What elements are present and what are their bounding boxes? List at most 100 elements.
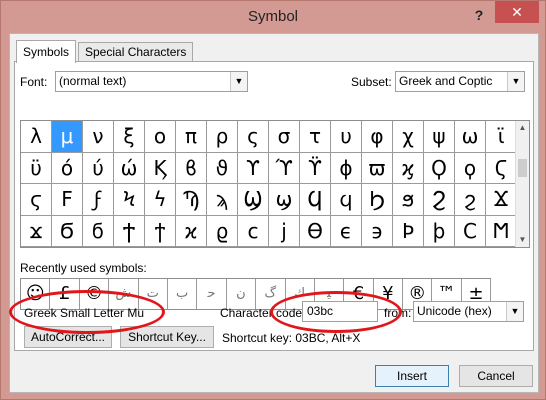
symbol-cell[interactable]: Ϭ	[52, 215, 83, 247]
symbol-cell[interactable]: ϱ	[207, 215, 238, 247]
symbol-cell[interactable]: Ϸ	[393, 215, 424, 247]
symbol-cell[interactable]: Ϝ	[52, 184, 83, 216]
symbol-cell[interactable]: ϔ	[300, 152, 331, 184]
from-dropdown[interactable]: Unicode (hex) ▼	[413, 301, 524, 322]
symbol-cell[interactable]: ϰ	[176, 215, 207, 247]
symbol-cell[interactable]: ς	[238, 121, 269, 153]
tab-special-characters[interactable]: Special Characters	[78, 42, 194, 62]
symbol-cell[interactable]: Ϧ	[362, 184, 393, 216]
recent-symbol-cell[interactable]: ﮒ	[256, 279, 286, 309]
recent-symbol-cell[interactable]: £	[50, 279, 80, 309]
recent-symbol-cell[interactable]: ¥	[374, 279, 404, 309]
tab-symbols[interactable]: Symbols	[16, 40, 77, 63]
grid-scrollbar[interactable]: ▲ ▼	[515, 121, 529, 247]
recent-symbol-cell[interactable]: ©	[80, 279, 110, 309]
symbol-cell[interactable]: ϩ	[455, 184, 486, 216]
symbol-cell[interactable]: ϥ	[331, 184, 362, 216]
symbol-cell[interactable]: ϲ	[238, 215, 269, 247]
subset-label: Subset:	[351, 75, 392, 89]
scroll-up-icon[interactable]: ▲	[516, 121, 529, 135]
recent-symbol-cell[interactable]: ﺣ	[197, 279, 227, 309]
symbol-cell[interactable]: ό	[52, 152, 83, 184]
chevron-down-icon[interactable]: ▼	[230, 72, 247, 91]
insert-button[interactable]: Insert	[375, 365, 449, 387]
symbol-cell[interactable]: Ϡ	[176, 184, 207, 216]
symbol-cell[interactable]: ρ	[207, 121, 238, 153]
chevron-down-icon[interactable]: ▼	[506, 302, 523, 321]
symbol-cell[interactable]: Ϲ	[455, 215, 486, 247]
symbol-cell[interactable]: χ	[393, 121, 424, 153]
symbol-cell[interactable]: ϡ	[207, 184, 238, 216]
recent-symbol-cell[interactable]: ﺏ	[168, 279, 198, 309]
symbol-cell[interactable]: ψ	[424, 121, 455, 153]
symbol-cell[interactable]: ϑ	[207, 152, 238, 184]
symbol-cell[interactable]: ϙ	[455, 152, 486, 184]
symbol-cell[interactable]: ϶	[362, 215, 393, 247]
autocorrect-button[interactable]: AutoCorrect...	[24, 326, 112, 348]
help-button[interactable]: ?	[467, 5, 491, 25]
character-code-label: Character code:	[220, 306, 306, 320]
symbol-cell[interactable]: Ϛ	[486, 152, 517, 184]
symbol-cell[interactable]: φ	[362, 121, 393, 153]
symbol-cell[interactable]: ϧ	[393, 184, 424, 216]
symbol-cell[interactable]: ϊ	[486, 121, 517, 153]
symbol-cell[interactable]: Ϗ	[145, 152, 176, 184]
symbol-cell[interactable]: τ	[300, 121, 331, 153]
font-dropdown[interactable]: (normal text) ▼	[55, 71, 248, 92]
symbol-cell[interactable]: ϯ	[145, 215, 176, 247]
subset-dropdown[interactable]: Greek and Coptic ▼	[395, 71, 525, 92]
symbol-cell[interactable]: ϸ	[424, 215, 455, 247]
symbol-cell[interactable]: ϋ	[21, 152, 52, 184]
symbol-cell[interactable]: ξ	[114, 121, 145, 153]
symbol-cell[interactable]: Ϥ	[300, 184, 331, 216]
symbol-cell[interactable]: ω	[455, 121, 486, 153]
symbol-dialog: Symbol ? ✕ Symbols Special Characters Fo…	[0, 0, 546, 400]
shortcut-text: Shortcut key: 03BC, Alt+X	[222, 331, 361, 345]
symbol-cell[interactable]: σ	[269, 121, 300, 153]
symbol-cell[interactable]: ϴ	[300, 215, 331, 247]
symbol-cell[interactable]: Ϟ	[114, 184, 145, 216]
symbol-cell[interactable]: ϣ	[269, 184, 300, 216]
symbol-cell[interactable]: ϓ	[269, 152, 300, 184]
symbol-cell[interactable]: ν	[83, 121, 114, 153]
symbol-cell[interactable]: μ	[52, 121, 83, 153]
character-code-input[interactable]: 03bc	[302, 301, 378, 322]
scroll-down-icon[interactable]: ▼	[516, 233, 529, 247]
symbol-cell[interactable]: ϳ	[269, 215, 300, 247]
symbol-cell[interactable]: Ϙ	[424, 152, 455, 184]
symbol-cell[interactable]: Ϩ	[424, 184, 455, 216]
symbol-cell[interactable]: Ϯ	[114, 215, 145, 247]
symbol-cell[interactable]: ϐ	[176, 152, 207, 184]
recent-symbol-cell[interactable]: ☺	[21, 279, 51, 309]
recent-symbol-cell[interactable]: ن	[227, 279, 257, 309]
symbol-cell[interactable]: π	[176, 121, 207, 153]
symbol-cell[interactable]: ϒ	[238, 152, 269, 184]
symbol-cell[interactable]: Ϻ	[486, 215, 517, 247]
symbol-cell[interactable]: ώ	[114, 152, 145, 184]
symbol-cell[interactable]: ϛ	[21, 184, 52, 216]
symbol-grid: λμνξοπρςστυφχψωϊ ϋόύώϏϐϑϒϓϔϕϖϗϘϙϚϛϜϝϞϟϠϡϢ…	[20, 120, 530, 248]
symbol-cell[interactable]: ϝ	[83, 184, 114, 216]
recent-symbol-cell[interactable]: ش	[109, 279, 139, 309]
symbol-cell[interactable]: ϵ	[331, 215, 362, 247]
symbol-cell[interactable]: Ϣ	[238, 184, 269, 216]
chevron-down-icon[interactable]: ▼	[507, 72, 524, 91]
symbol-cell[interactable]: ϕ	[331, 152, 362, 184]
recent-symbol-cell[interactable]: ت	[139, 279, 168, 309]
scroll-thumb[interactable]	[518, 159, 527, 177]
cancel-button[interactable]: Cancel	[459, 365, 533, 387]
character-name: Greek Small Letter Mu	[24, 306, 145, 320]
symbol-cell[interactable]: λ	[21, 121, 52, 153]
symbol-cell[interactable]: ϫ	[21, 215, 52, 247]
symbol-cell[interactable]: ο	[145, 121, 176, 153]
symbol-cell[interactable]: ϟ	[145, 184, 176, 216]
symbol-cell[interactable]: ύ	[83, 152, 114, 184]
symbol-cell[interactable]: ϭ	[83, 215, 114, 247]
close-button[interactable]: ✕	[495, 1, 539, 23]
shortcut-key-button[interactable]: Shortcut Key...	[120, 326, 214, 348]
symbol-cell[interactable]: ϗ	[393, 152, 424, 184]
symbol-cell[interactable]: Ϫ	[486, 184, 517, 216]
symbol-cell[interactable]: υ	[331, 121, 362, 153]
symbol-cell[interactable]: ϖ	[362, 152, 393, 184]
recent-label: Recently used symbols:	[20, 261, 147, 275]
